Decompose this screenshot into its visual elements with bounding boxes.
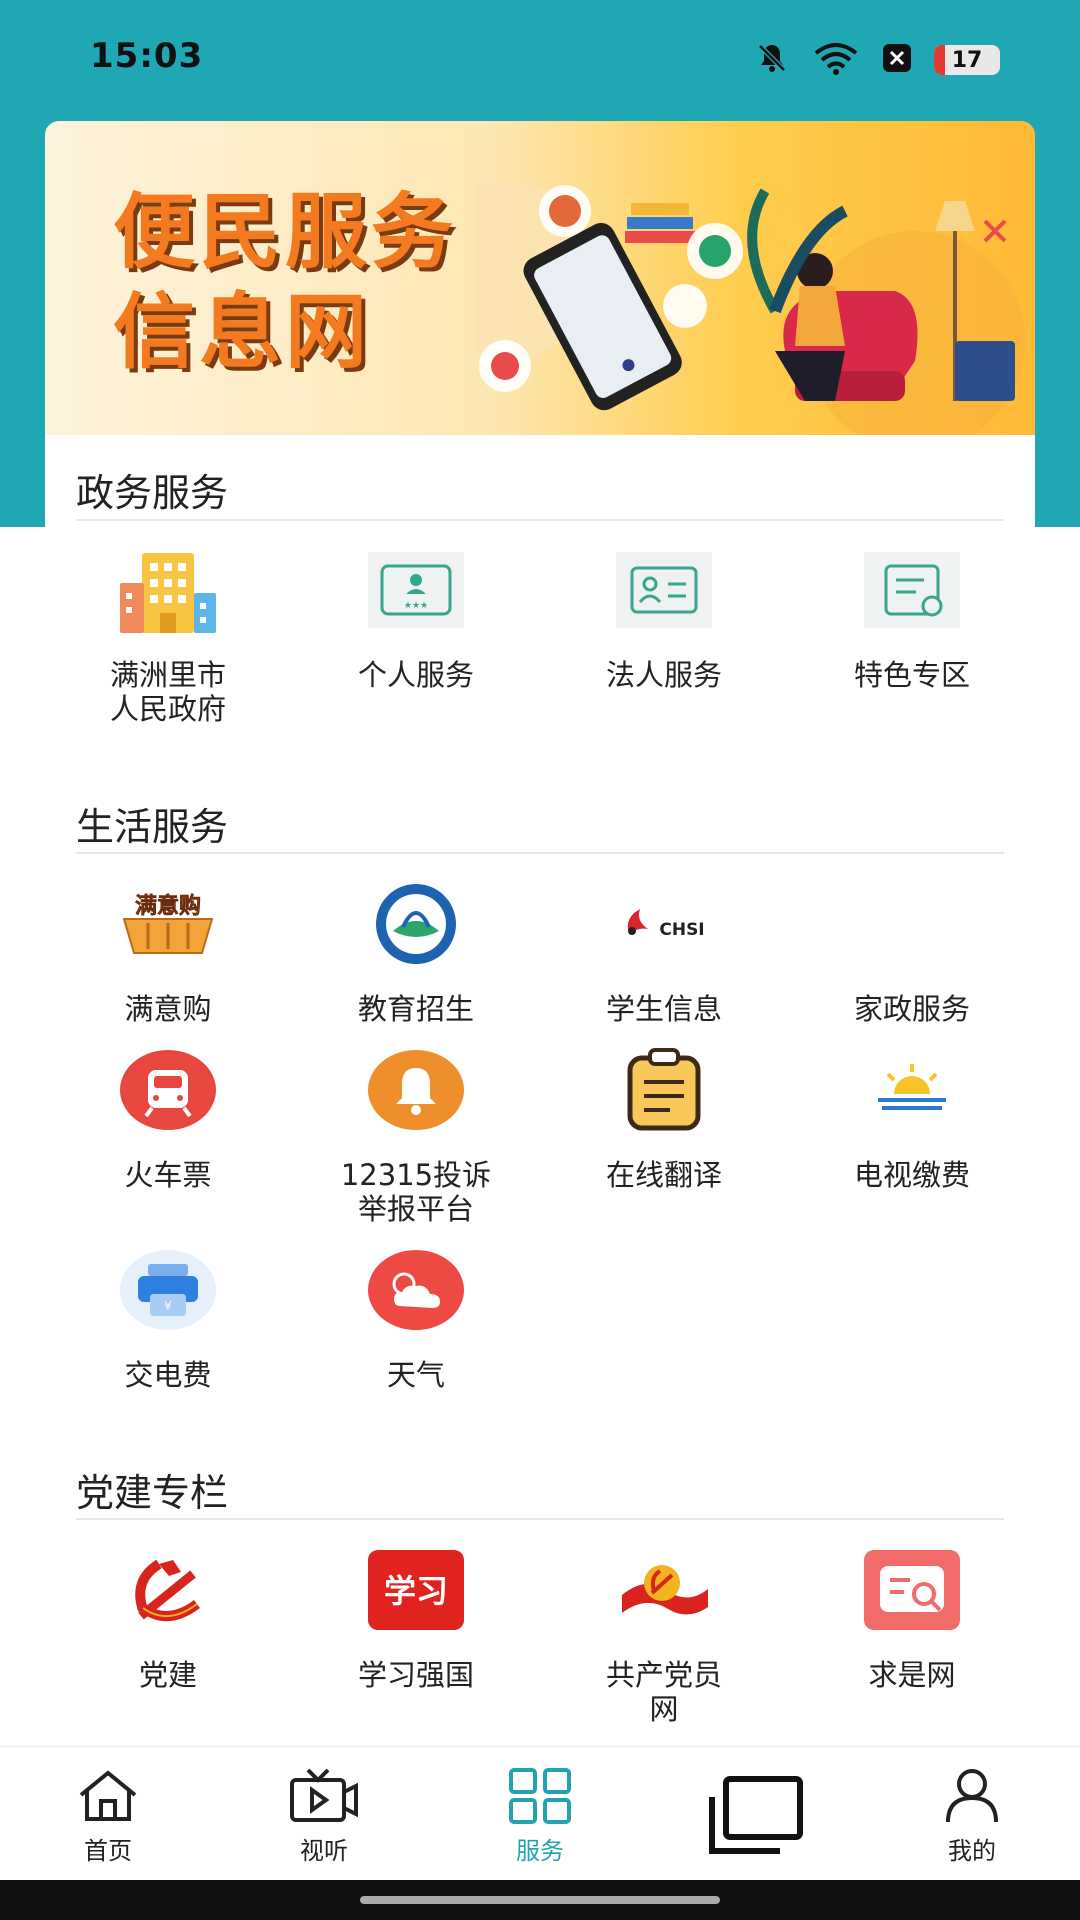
bell-off-icon [754, 40, 790, 80]
service-label: 满洲里市 人民政府 [109, 658, 226, 726]
service-label: 教育招生 [357, 992, 474, 1026]
section-title-life: 生活服务 [76, 805, 229, 849]
battery-icon: 17 [934, 45, 1000, 75]
service-item-personal[interactable]: ★★★ 个人服务 [292, 540, 540, 692]
service-item-online-translation[interactable]: 在线翻译 [540, 1040, 788, 1192]
party-flag-icon [614, 1540, 714, 1640]
banner-illustration [475, 181, 1025, 435]
service-item-qiushi[interactable]: 求是网 [788, 1540, 1036, 1692]
service-item-student-info[interactable]: CHSI 学生信息 [540, 874, 788, 1026]
nav-tab-services[interactable]: 服务 [432, 1765, 648, 1866]
user-icon [864, 1765, 1080, 1827]
education-logo-icon [366, 874, 466, 974]
close-box-icon [882, 43, 912, 77]
service-item-manyigou[interactable]: 满意购 满意购 [44, 874, 292, 1026]
nav-label: 视听 [300, 1837, 348, 1865]
banner-title-line1: 便民服务 [113, 185, 458, 280]
party-emblem-icon [118, 1540, 218, 1640]
service-item-party-member-net[interactable]: 共产党员 网 [540, 1540, 788, 1726]
service-label: 在线翻译 [605, 1158, 722, 1192]
service-label: 共产党员 网 [605, 1658, 722, 1726]
wifi-icon [812, 41, 860, 79]
service-item-featured-zone[interactable]: 特色专区 [788, 540, 1036, 692]
printer-icon: ¥ [118, 1240, 218, 1340]
service-label: 火车票 [124, 1158, 212, 1192]
service-label: 党建 [138, 1658, 197, 1692]
service-label: 学生信息 [605, 992, 722, 1026]
service-label: 个人服务 [357, 658, 474, 692]
home-icon [0, 1765, 216, 1827]
banner[interactable]: 便民服务 信息网 [45, 121, 1035, 435]
service-label: 天气 [386, 1358, 445, 1392]
shopping-basket-icon: 满意购 [118, 874, 218, 974]
service-item-education[interactable]: 教育招生 [292, 874, 540, 1026]
section-divider [76, 519, 1004, 521]
service-label: 家政服务 [853, 992, 970, 1026]
manyigou-logo-text: 满意购 [135, 893, 201, 919]
clipboard-icon [614, 1040, 714, 1140]
train-icon [118, 1040, 218, 1140]
nav-tab-windows[interactable] [648, 1775, 864, 1855]
gesture-bar [0, 1880, 1080, 1920]
service-item-train-ticket[interactable]: 火车票 [44, 1040, 292, 1192]
status-time: 15:03 [90, 36, 204, 76]
service-item-xuexi-qiangguo[interactable]: 学习 学习强国 [292, 1540, 540, 1692]
document-refresh-icon [862, 540, 962, 640]
service-item-electricity[interactable]: ¥ 交电费 [44, 1240, 292, 1392]
service-item-legal-person[interactable]: 法人服务 [540, 540, 788, 692]
status-bar: 15:03 17 [0, 0, 1080, 116]
section-title-government: 政务服务 [76, 471, 229, 515]
nav-tab-profile[interactable]: 我的 [864, 1765, 1080, 1866]
banner-title: 便民服务 信息网 [113, 183, 457, 383]
section-divider [76, 1518, 1004, 1520]
tv-play-icon [216, 1765, 432, 1827]
nav-tab-home[interactable]: 首页 [0, 1765, 216, 1866]
service-label: 特色专区 [853, 658, 970, 692]
nav-label: 服务 [516, 1837, 564, 1865]
government-building-icon [118, 540, 218, 640]
chsi-logo-icon: CHSI [614, 874, 714, 974]
bell-icon [366, 1040, 466, 1140]
service-label: 电视缴费 [853, 1158, 970, 1192]
id-card-icon: ★★★ [366, 540, 466, 640]
svg-text:★★★: ★★★ [404, 601, 428, 611]
xuexi-logo-icon: 学习 [366, 1540, 466, 1640]
nav-label: 我的 [948, 1837, 996, 1865]
service-item-party-building[interactable]: 党建 [44, 1540, 292, 1692]
housekeeping-icon [862, 874, 962, 974]
grid-icon [432, 1765, 648, 1827]
bottom-navigation: 首页 视听 服务 我的 [0, 1746, 1080, 1880]
service-label: 交电费 [124, 1358, 212, 1392]
service-item-weather[interactable]: 天气 [292, 1240, 540, 1392]
chsi-logo-text: CHSI [659, 920, 704, 940]
service-item-city-government[interactable]: 满洲里市 人民政府 [44, 540, 292, 726]
service-label: 满意购 [124, 992, 212, 1026]
nav-tab-audio-video[interactable]: 视听 [216, 1765, 432, 1866]
service-item-tv-payment[interactable]: 电视缴费 [788, 1040, 1036, 1192]
service-label: 法人服务 [605, 658, 722, 692]
service-label: 12315投诉 举报平台 [340, 1158, 492, 1226]
status-icons: 17 [754, 40, 1000, 80]
qiushi-logo-icon [862, 1540, 962, 1640]
weather-icon [366, 1240, 466, 1340]
service-item-housekeeping[interactable]: 家政服务 [788, 874, 1036, 1026]
battery-level: 17 [951, 47, 983, 73]
windows-icon [648, 1775, 864, 1855]
section-title-party: 党建专栏 [76, 1471, 229, 1515]
section-divider [76, 852, 1004, 854]
service-item-12315-complaint[interactable]: 12315投诉 举报平台 [292, 1040, 540, 1226]
xuexi-logo-text: 学习 [384, 1572, 448, 1610]
sunrise-icon [862, 1040, 962, 1140]
banner-title-line2: 信息网 [113, 285, 372, 380]
nav-label: 首页 [84, 1837, 132, 1865]
service-label: 学习强国 [357, 1658, 474, 1692]
service-label: 求是网 [868, 1658, 956, 1692]
svg-text:¥: ¥ [164, 1299, 172, 1313]
home-gesture-handle[interactable] [360, 1896, 720, 1904]
contact-card-icon [614, 540, 714, 640]
